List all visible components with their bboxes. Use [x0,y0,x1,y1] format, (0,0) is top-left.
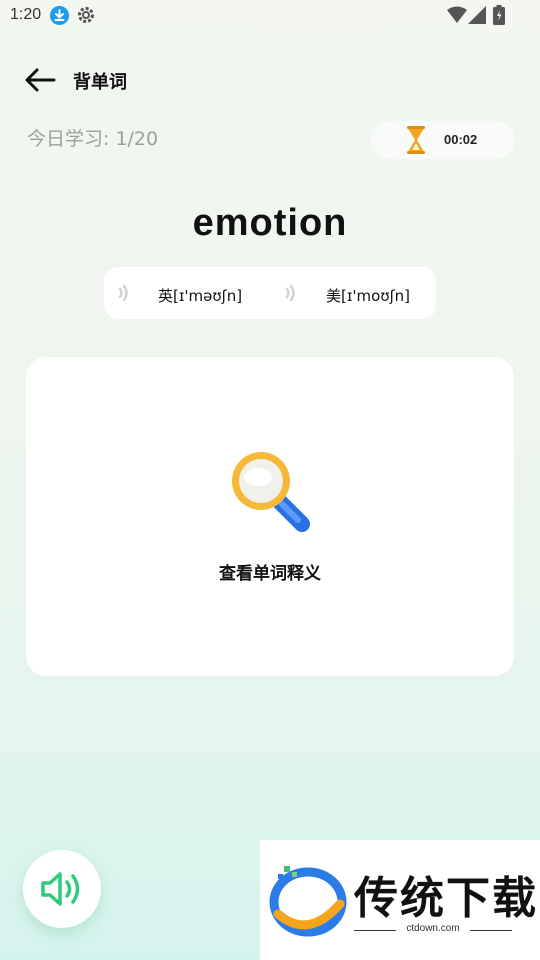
timer-pill [371,121,515,159]
uk-audio-icon[interactable] [117,283,133,303]
download-icon [50,6,69,25]
magnifier-icon [232,452,310,532]
daily-progress-text: 今日学习: 1/20 [27,128,159,150]
status-time: 1:20 [10,6,42,23]
wifi-icon [447,6,467,23]
timer-value: 00:02 [444,132,478,147]
uk-phonetic[interactable]: 英[ɪ'məʊʃn] [158,285,242,306]
view-definition-label[interactable]: 查看单词释义 [0,559,540,584]
hourglass-icon [407,126,425,154]
speaker-icon [41,872,80,906]
us-phonetic[interactable]: 美[ɪ'moʊʃn] [326,285,410,306]
watermark-line-right [470,930,512,931]
page-title: 背单词 [73,72,127,93]
ctdown-logo-icon [269,866,347,937]
back-arrow-icon[interactable] [22,64,58,96]
us-audio-icon[interactable] [284,283,300,303]
watermark-subtitle: ctdown.com [406,923,460,934]
watermark: 传统下载 ctdown.com [260,840,540,960]
play-audio-button[interactable] [23,850,101,928]
battery-icon [493,5,505,25]
watermark-title: 传统下载 [354,873,538,924]
gear-icon [78,7,94,23]
vocabulary-word: emotion [192,202,348,244]
status-bar: 1:20 [0,0,540,32]
signal-icon [468,6,486,24]
